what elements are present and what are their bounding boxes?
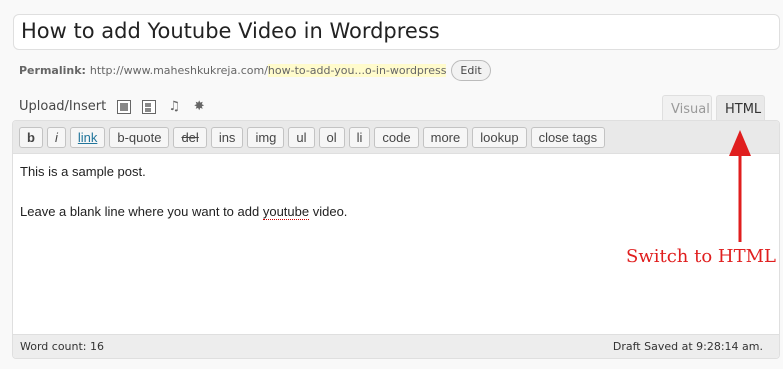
quicktag-close-tags-button[interactable]: close tags xyxy=(530,127,606,148)
add-image-icon[interactable] xyxy=(117,99,132,114)
content-line-1: This is a sample post. xyxy=(20,164,146,179)
permalink-slug[interactable]: how-to-add-you...o-in-wordpress xyxy=(267,63,447,77)
quicktag-del-button[interactable]: del xyxy=(173,127,207,148)
quicktag-bold-button[interactable]: b xyxy=(19,127,43,148)
quicktag-ul-button[interactable]: ul xyxy=(288,127,315,148)
quicktag-lookup-button[interactable]: lookup xyxy=(472,127,527,148)
word-count: Word count: 16 xyxy=(20,340,105,353)
quicktags-toolbar: b i link b-quote del ins img ul ol li co… xyxy=(13,121,779,154)
quicktag-img-button[interactable]: img xyxy=(247,127,285,148)
permalink-row: Permalink: http://www.maheshkukreja.com/… xyxy=(19,59,491,81)
quicktag-ins-button[interactable]: ins xyxy=(210,127,244,148)
post-editor: b i link b-quote del ins img ul ol li co… xyxy=(12,120,780,359)
content-misspelled-word: youtube xyxy=(262,204,310,220)
annotation-label: Switch to HTML xyxy=(626,246,777,267)
quicktag-ol-button[interactable]: ol xyxy=(318,127,345,148)
quicktag-italic-button[interactable]: i xyxy=(46,127,66,148)
permalink-label: Permalink: xyxy=(19,63,86,77)
upload-insert-label: Upload/Insert xyxy=(19,99,107,114)
quicktag-code-button[interactable]: code xyxy=(374,127,419,148)
editor-status-bar: Word count: 16 Draft Saved at 9:28:14 am… xyxy=(13,334,779,358)
post-title-input[interactable]: How to add Youtube Video in Wordpress xyxy=(13,14,780,50)
add-video-icon[interactable] xyxy=(142,99,157,114)
content-line-2: Leave a blank line where you want to add… xyxy=(20,202,772,222)
add-audio-icon[interactable]: ♫ xyxy=(167,99,181,114)
tab-html[interactable]: HTML xyxy=(716,95,765,122)
tab-visual[interactable]: Visual xyxy=(662,95,712,122)
quicktag-more-button[interactable]: more xyxy=(422,127,469,148)
permalink-edit-button[interactable]: Edit xyxy=(451,59,491,81)
permalink-base-url: http://www.maheshkukreja.com/ xyxy=(89,63,268,77)
quicktag-link-button[interactable]: link xyxy=(69,127,106,148)
media-toolbar: Upload/Insert ♫ ✸ xyxy=(19,99,206,114)
post-content-textarea[interactable]: This is a sample post. Leave a blank lin… xyxy=(13,154,779,334)
content-line-2-start: Leave a blank line where you want to add xyxy=(20,204,263,219)
quicktag-blockquote-button[interactable]: b-quote xyxy=(109,127,170,148)
add-media-icon[interactable]: ✸ xyxy=(192,99,206,114)
quicktag-li-button[interactable]: li xyxy=(348,127,371,148)
draft-saved-status: Draft Saved at 9:28:14 am. xyxy=(612,340,763,353)
content-line-2-end: video. xyxy=(309,204,348,219)
